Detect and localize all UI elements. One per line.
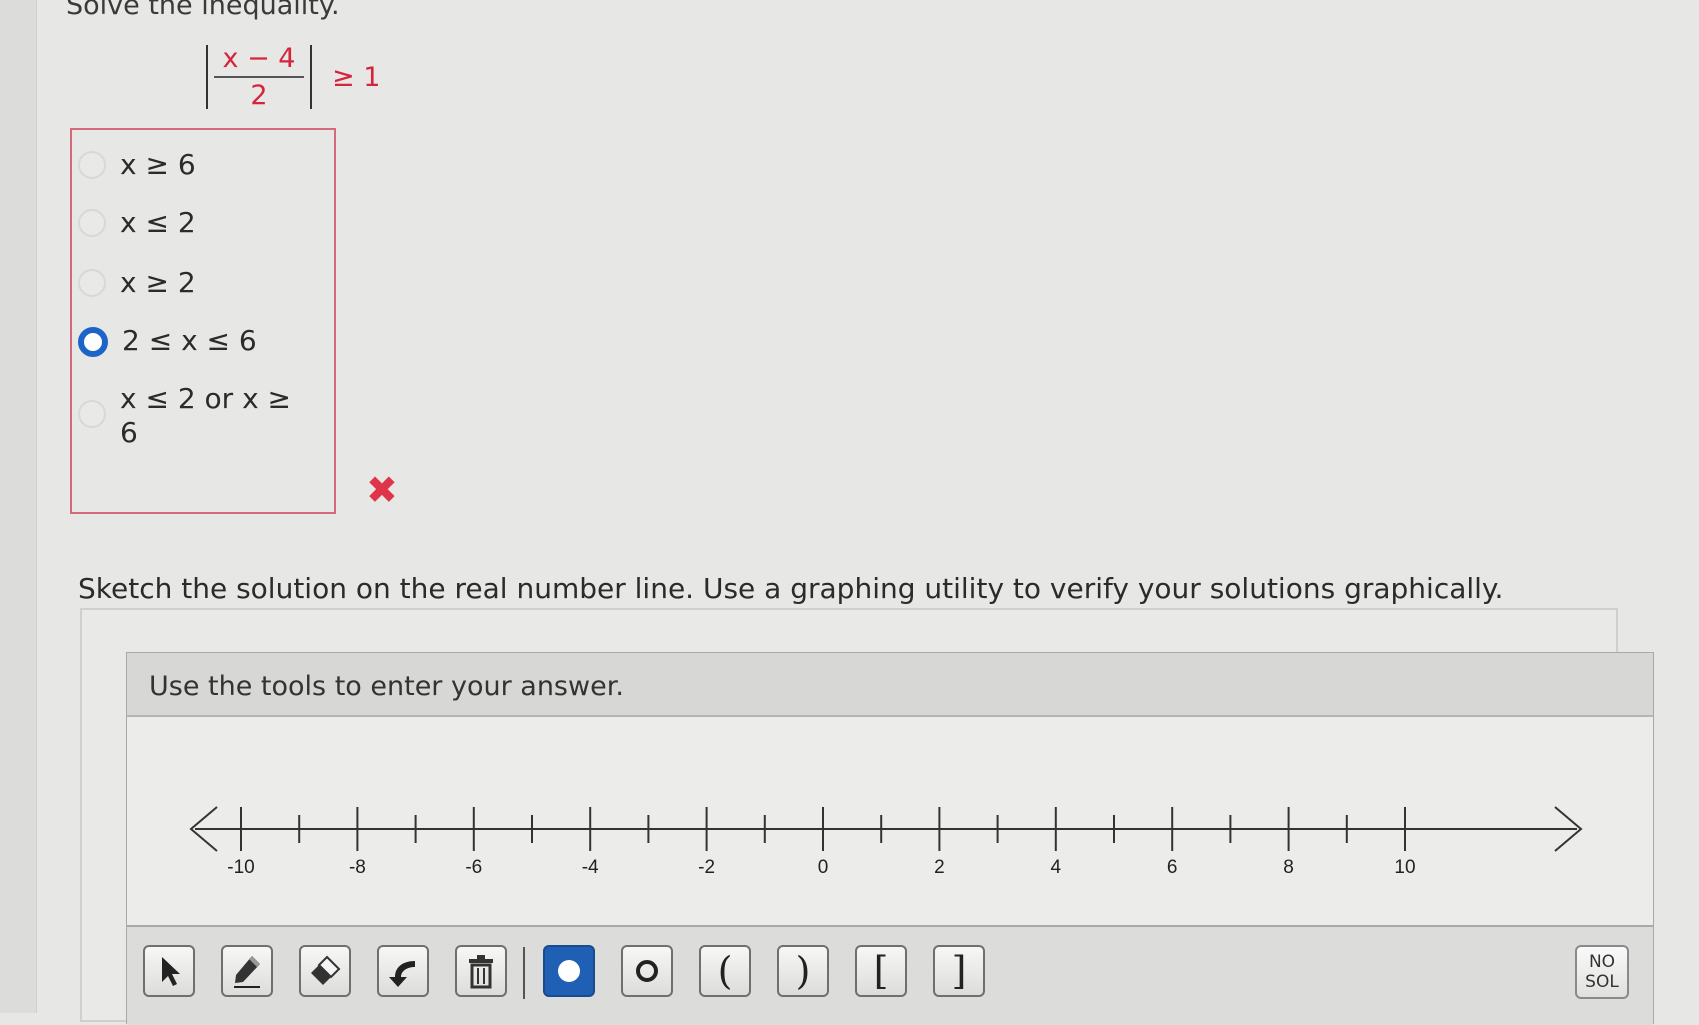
fraction-bar [214,76,304,78]
toolbar: ( ) [ ] NO SOL [127,925,1653,1025]
closed-point-icon [558,960,580,982]
choice-2[interactable]: x ≤ 2 [78,206,196,240]
undo-button[interactable] [377,945,429,997]
choice-label: x ≤ 2 [120,206,196,239]
open-point-icon [636,960,658,982]
tick-label: 8 [1283,857,1294,878]
instruction-text: Sketch the solution on the real number l… [78,572,1504,605]
toolbar-separator [523,947,525,999]
choice-label: 2 ≤ x ≤ 6 [122,324,257,357]
open-right-paren-icon: ) [795,949,811,993]
tool-header-text: Use the tools to enter your answer. [149,671,624,702]
choice-label: x ≥ 6 [120,148,196,181]
page-left-edge [0,0,37,1013]
absolute-value-bar-left [206,45,208,109]
x-mark-icon: ✖ [366,468,398,512]
inequality-equation: x − 4 2 ≥ 1 [200,42,380,112]
tick-label: -2 [698,857,715,878]
open-left-paren-icon: ( [717,949,733,993]
select-tool-button[interactable] [143,945,195,997]
undo-icon [389,961,415,987]
number-line[interactable]: -10 -8 -6 -4 -2 0 2 4 6 8 10 [127,717,1653,957]
no-solution-button[interactable]: NO SOL [1575,945,1629,999]
eraser-tool-button[interactable] [299,945,351,997]
left-paren-button[interactable]: ( [699,945,751,997]
radio-button[interactable] [78,209,106,237]
open-point-button[interactable] [621,945,673,997]
choice-4[interactable]: 2 ≤ x ≤ 6 [78,324,257,358]
delete-button[interactable] [455,945,507,997]
tick-label: -6 [465,857,482,878]
radio-button[interactable] [78,269,106,297]
left-bracket-button[interactable]: [ [855,945,907,997]
radio-button[interactable] [78,400,106,428]
tick-label: 2 [934,857,945,878]
inequality-relation: ≥ 1 [332,61,381,93]
tick-label: 0 [818,857,829,878]
choice-label: x ≤ 2 or x ≥ 6 [120,382,291,450]
tick-label: -10 [227,857,254,878]
choice-1[interactable]: x ≥ 6 [78,148,196,182]
tick-label: 6 [1167,857,1178,878]
choice-5[interactable]: x ≤ 2 or x ≥ 6 [78,382,291,450]
fraction: x − 4 2 [214,43,304,111]
pencil-tool-button[interactable] [221,945,273,997]
arrow-select-icon [162,957,180,986]
no-solution-line2: SOL [1585,972,1619,992]
tick-label: -8 [349,857,366,878]
fraction-denominator: 2 [250,80,268,111]
answer-choices: x ≥ 6 x ≤ 2 x ≥ 2 2 ≤ x ≤ 6 x ≤ 2 or x ≥… [70,128,398,514]
tick-label: 4 [1051,857,1062,878]
eraser-icon [311,955,341,985]
tool-header: Use the tools to enter your answer. [127,653,1653,717]
tick-label: 10 [1394,857,1415,878]
right-paren-button[interactable]: ) [777,945,829,997]
fraction-numerator: x − 4 [222,43,296,74]
absolute-value-bar-right [310,45,312,109]
number-line-area[interactable]: -10 -8 -6 -4 -2 0 2 4 6 8 10 [127,717,1653,957]
closed-point-button[interactable] [543,945,595,997]
no-solution-label: NO SOL [1585,952,1619,992]
question-prompt: Solve the inequality. [66,0,340,21]
choice-3[interactable]: x ≥ 2 [78,266,196,300]
trash-icon [469,955,493,989]
pencil-icon [234,956,260,988]
radio-button[interactable] [78,151,106,179]
right-bracket-button[interactable]: ] [933,945,985,997]
left-bracket-icon: [ [873,949,889,993]
choice-label-line2: 6 [120,416,138,449]
tick-label: -4 [582,857,599,878]
no-solution-line1: NO [1588,952,1616,972]
choice-label: x ≥ 2 [120,266,196,299]
choice-label-line1: x ≤ 2 or x ≥ [120,382,292,415]
right-bracket-icon: ] [951,949,967,993]
radio-button-selected[interactable] [78,327,108,357]
graphing-tool: Use the tools to enter your answer. -10-… [126,652,1654,1025]
